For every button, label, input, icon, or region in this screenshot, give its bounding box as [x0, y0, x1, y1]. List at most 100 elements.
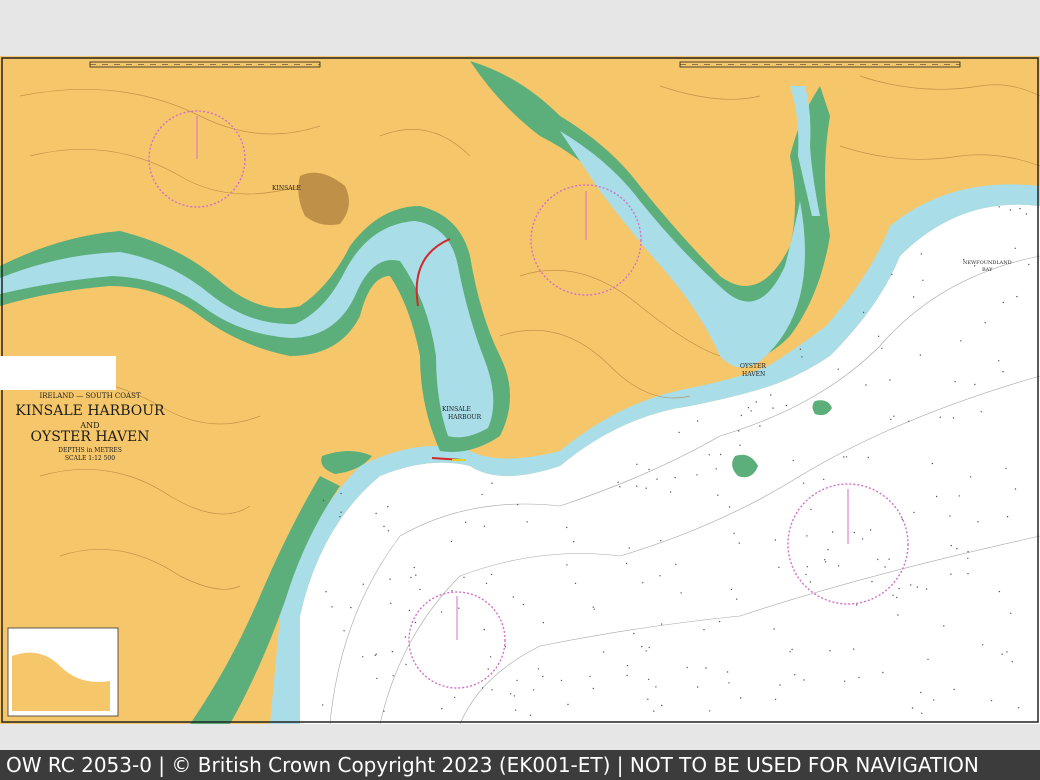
- sounding-mark: [322, 499, 325, 502]
- sounding-mark: [837, 368, 839, 370]
- sounding-mark: [823, 478, 825, 481]
- sounding-mark: [343, 630, 345, 632]
- sounding-mark: [736, 598, 738, 600]
- sounding-mark: [778, 566, 780, 569]
- sounding-mark: [865, 384, 867, 386]
- sounding-mark: [837, 565, 840, 567]
- sounding-mark: [1025, 213, 1028, 215]
- sounding-mark: [931, 462, 934, 465]
- sounding-mark: [516, 503, 519, 506]
- sounding-mark: [954, 381, 956, 383]
- sounding-mark: [592, 687, 594, 690]
- sounding-mark: [1016, 295, 1018, 298]
- sounding-mark: [522, 603, 525, 606]
- sounding-mark: [464, 521, 467, 523]
- sounding-mark: [514, 709, 517, 711]
- sounding-mark: [718, 620, 721, 623]
- sounding-mark: [325, 591, 327, 593]
- sounding-mark: [843, 456, 845, 458]
- sounding-mark: [998, 590, 1001, 593]
- sounding-mark: [950, 544, 952, 547]
- chart-title-line1: KINSALE HARBOUR: [15, 403, 165, 419]
- sounding-mark: [454, 696, 456, 699]
- sounding-mark: [653, 710, 655, 712]
- sounding-mark: [916, 586, 918, 588]
- sounding-mark: [487, 668, 489, 670]
- sounding-mark: [1002, 301, 1004, 304]
- sounding-mark: [738, 430, 740, 432]
- sounding-mark: [405, 663, 407, 666]
- sounding-mark: [504, 646, 506, 648]
- sounding-mark: [512, 596, 514, 598]
- sounding-mark: [481, 687, 484, 689]
- sounding-mark: [674, 476, 676, 479]
- sounding-mark: [952, 417, 955, 419]
- sounding-mark: [415, 574, 417, 576]
- sounding-mark: [390, 602, 392, 604]
- sounding-mark: [566, 526, 568, 529]
- sounding-mark: [526, 521, 528, 523]
- sounding-mark: [717, 494, 719, 496]
- sounding-mark: [383, 710, 385, 712]
- sounding-mark: [845, 456, 848, 458]
- sounding-mark: [967, 573, 969, 575]
- sounding-mark: [458, 607, 460, 609]
- sounding-mark: [708, 454, 710, 456]
- sounding-mark: [856, 604, 858, 606]
- sounding-mark: [362, 583, 364, 585]
- sounding-mark: [628, 547, 630, 549]
- sounding-mark: [791, 648, 793, 651]
- sounding-mark: [1019, 207, 1021, 210]
- sounding-mark: [794, 674, 796, 676]
- sounding-mark: [789, 651, 791, 653]
- sounding-mark: [529, 714, 532, 716]
- sounding-mark: [901, 518, 903, 520]
- sounding-mark: [322, 704, 324, 706]
- sounding-mark: [339, 515, 341, 518]
- sounding-mark: [891, 273, 893, 276]
- sounding-mark: [888, 558, 890, 560]
- sounding-mark: [779, 684, 781, 686]
- sounding-mark: [1014, 247, 1016, 249]
- sounding-mark: [998, 206, 1000, 208]
- sounding-mark: [1009, 209, 1012, 211]
- sounding-mark: [806, 566, 808, 568]
- sounding-mark: [383, 525, 385, 528]
- top-margin: [0, 0, 1040, 56]
- sounding-mark: [739, 697, 742, 699]
- sounding-mark: [661, 623, 663, 625]
- sounding-mark: [755, 401, 757, 403]
- sounding-mark: [933, 699, 935, 701]
- sounding-mark: [824, 559, 826, 561]
- sounding-mark: [882, 671, 884, 674]
- sounding-mark: [913, 511, 915, 514]
- bottom-margin: [0, 724, 1040, 750]
- sounding-mark: [843, 680, 846, 682]
- sounding-mark: [660, 539, 662, 542]
- sounding-mark: [803, 679, 805, 681]
- chart-scale: SCALE 1:12 500: [65, 455, 115, 462]
- sounding-mark: [772, 407, 774, 409]
- sounding-mark: [510, 693, 512, 695]
- sounding-mark: [740, 414, 743, 417]
- sounding-mark: [967, 551, 969, 553]
- sounding-mark: [375, 653, 377, 655]
- nautical-chart[interactable]: IRELAND — SOUTH COAST KINSALE HARBOUR AN…: [0, 56, 1040, 724]
- sounding-mark: [490, 573, 493, 576]
- sounding-mark: [730, 588, 733, 591]
- sounding-mark: [489, 656, 492, 658]
- sounding-mark: [375, 512, 377, 515]
- sounding-mark: [861, 538, 864, 540]
- sounding-mark: [648, 678, 650, 681]
- sounding-mark: [738, 542, 740, 544]
- sounding-mark: [953, 688, 955, 691]
- place-kinsale: KINSALE: [272, 185, 301, 192]
- sounding-mark: [750, 410, 752, 412]
- sounding-mark: [593, 608, 595, 610]
- sounding-mark: [619, 486, 621, 488]
- sounding-mark: [331, 606, 333, 608]
- sounding-mark: [896, 596, 898, 599]
- sounding-mark: [920, 691, 922, 694]
- sounding-mark: [485, 582, 488, 585]
- sounding-mark: [1002, 371, 1004, 373]
